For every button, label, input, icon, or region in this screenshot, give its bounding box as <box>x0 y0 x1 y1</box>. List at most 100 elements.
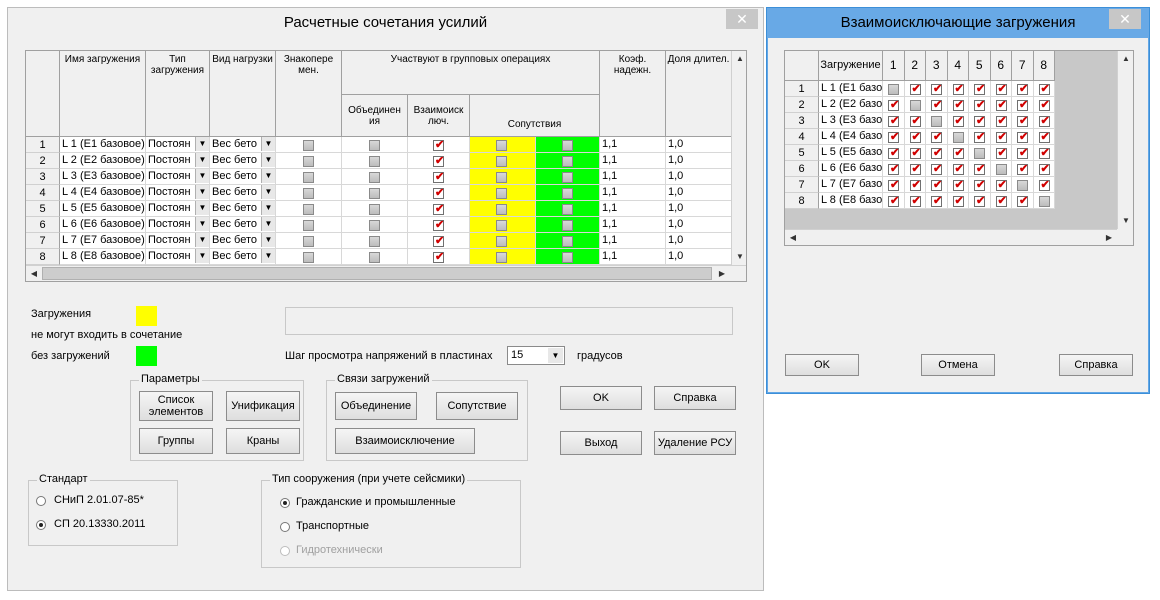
matrix-checkbox[interactable]: ✔ <box>995 196 1007 207</box>
element-list-button[interactable]: Список элементов <box>139 391 213 421</box>
dialog-close-button[interactable]: ✕ <box>1109 9 1141 29</box>
matrix-checkbox[interactable]: ✔ <box>931 196 942 207</box>
dialog-vertical-scrollbar[interactable]: ▲ ▼ <box>1117 51 1133 229</box>
matrix-checkbox[interactable]: ✔ <box>1038 116 1050 127</box>
coef-cell[interactable]: 1,1 <box>600 217 666 233</box>
dialog-horizontal-scrollbar[interactable]: ◀ ▶ <box>785 229 1117 245</box>
dialog-scroll-up-arrow-icon[interactable]: ▲ <box>1118 51 1133 67</box>
matrix-checkbox[interactable]: ✔ <box>909 116 921 127</box>
matrix-checkbox[interactable] <box>931 116 942 127</box>
horizontal-scroll-thumb[interactable] <box>42 267 712 280</box>
groups-button[interactable]: Группы <box>139 428 213 454</box>
sign-checkbox[interactable] <box>303 204 314 215</box>
chevron-down-icon[interactable]: ▼ <box>261 201 275 215</box>
step-select[interactable]: 15 ▼ <box>507 346 565 365</box>
sign-checkbox[interactable] <box>303 140 314 151</box>
matrix-checkbox[interactable] <box>1038 196 1050 207</box>
matrix-checkbox[interactable]: ✔ <box>1038 84 1050 95</box>
coef-cell[interactable]: 1,1 <box>600 201 666 217</box>
load-type-cell[interactable]: Постоян ▼ <box>146 169 210 185</box>
matrix-checkbox[interactable] <box>888 84 899 95</box>
coef-cell[interactable]: 1,1 <box>600 169 666 185</box>
matrix-checkbox[interactable] <box>952 132 964 143</box>
matrix-checkbox[interactable] <box>909 100 921 111</box>
load-name-cell[interactable]: L 2 (E2 базовое) <box>60 153 146 169</box>
matrix-checkbox[interactable]: ✔ <box>995 180 1007 191</box>
matrix-checkbox[interactable]: ✔ <box>952 148 964 159</box>
matrix-checkbox[interactable]: ✔ <box>888 148 899 159</box>
union-checkbox[interactable] <box>369 188 380 199</box>
load-type-cell[interactable]: Постоян ▼ <box>146 201 210 217</box>
dialog-ok-button[interactable]: OK <box>785 354 859 376</box>
matrix-checkbox[interactable]: ✔ <box>1017 116 1028 127</box>
help-button[interactable]: Справка <box>654 386 736 410</box>
duration-cell[interactable]: 1,0 <box>666 185 732 201</box>
matrix-checkbox[interactable]: ✔ <box>909 148 921 159</box>
matrix-checkbox[interactable]: ✔ <box>888 164 899 175</box>
unification-button[interactable]: Унификация <box>226 391 300 421</box>
load-kind-cell[interactable]: Вес бето ▼ <box>210 153 276 169</box>
duration-cell[interactable]: 1,0 <box>666 249 732 265</box>
load-type-cell[interactable]: Постоян ▼ <box>146 153 210 169</box>
accompany-checkbox[interactable] <box>562 140 573 151</box>
accompany-checkbox[interactable] <box>562 188 573 199</box>
transport-radio[interactable] <box>280 522 290 532</box>
matrix-checkbox[interactable]: ✔ <box>909 164 921 175</box>
matrix-checkbox[interactable]: ✔ <box>974 164 985 175</box>
matrix-checkbox[interactable]: ✔ <box>888 180 899 191</box>
cranes-button[interactable]: Краны <box>226 428 300 454</box>
accompany-checkbox[interactable] <box>562 172 573 183</box>
union-button[interactable]: Объединение <box>335 392 417 420</box>
matrix-checkbox[interactable]: ✔ <box>931 164 942 175</box>
chevron-down-icon[interactable]: ▼ <box>261 233 275 247</box>
close-button[interactable]: ✕ <box>726 9 758 29</box>
union-checkbox[interactable] <box>369 236 380 247</box>
exclusion-checkbox[interactable]: ✔ <box>433 188 444 199</box>
matrix-checkbox[interactable]: ✔ <box>909 196 921 207</box>
chevron-down-icon[interactable]: ▼ <box>195 201 209 215</box>
chevron-down-icon[interactable]: ▼ <box>195 137 209 151</box>
matrix-checkbox[interactable]: ✔ <box>1017 148 1028 159</box>
accompany-checkbox[interactable] <box>562 252 573 263</box>
accompany-checkbox[interactable] <box>562 236 573 247</box>
load-kind-cell[interactable]: Вес бето ▼ <box>210 201 276 217</box>
chevron-down-icon[interactable]: ▼ <box>195 233 209 247</box>
duration-cell[interactable]: 1,0 <box>666 233 732 249</box>
matrix-checkbox[interactable]: ✔ <box>952 116 964 127</box>
sign-checkbox[interactable] <box>303 172 314 183</box>
matrix-checkbox[interactable]: ✔ <box>909 84 921 95</box>
dialog-scroll-right-arrow-icon[interactable]: ▶ <box>1101 230 1117 245</box>
scroll-down-arrow-icon[interactable]: ▼ <box>732 249 746 265</box>
matrix-checkbox[interactable]: ✔ <box>952 164 964 175</box>
matrix-checkbox[interactable]: ✔ <box>995 84 1007 95</box>
union-checkbox[interactable] <box>369 252 380 263</box>
sign-checkbox[interactable] <box>303 156 314 167</box>
matrix-checkbox[interactable]: ✔ <box>888 196 899 207</box>
load-name-cell[interactable]: L 8 (E8 базовое) <box>60 249 146 265</box>
exclusion-checkbox[interactable]: ✔ <box>433 156 444 167</box>
load-kind-cell[interactable]: Вес бето ▼ <box>210 217 276 233</box>
matrix-checkbox[interactable]: ✔ <box>888 132 899 143</box>
scroll-up-arrow-icon[interactable]: ▲ <box>732 51 746 67</box>
exclusion-checkbox[interactable]: ✔ <box>433 252 444 263</box>
matrix-checkbox[interactable]: ✔ <box>931 132 942 143</box>
load-type-cell[interactable]: Постоян ▼ <box>146 185 210 201</box>
scroll-left-arrow-icon[interactable]: ◀ <box>26 266 42 281</box>
matrix-checkbox[interactable]: ✔ <box>995 148 1007 159</box>
matrix-checkbox[interactable]: ✔ <box>1038 100 1050 111</box>
matrix-checkbox[interactable]: ✔ <box>1038 132 1050 143</box>
scroll-right-arrow-icon[interactable]: ▶ <box>714 266 730 281</box>
chevron-down-icon[interactable]: ▼ <box>261 153 275 167</box>
duration-cell[interactable]: 1,0 <box>666 169 732 185</box>
matrix-checkbox[interactable]: ✔ <box>974 196 985 207</box>
coef-cell[interactable]: 1,1 <box>600 249 666 265</box>
load-name-cell[interactable]: L 3 (E3 базовое) <box>60 169 146 185</box>
matrix-checkbox[interactable]: ✔ <box>1038 180 1050 191</box>
coef-cell[interactable]: 1,1 <box>600 137 666 153</box>
sign-checkbox[interactable] <box>303 252 314 263</box>
exclusion-checkbox[interactable]: ✔ <box>433 204 444 215</box>
accompany-checkbox[interactable] <box>496 140 507 151</box>
matrix-checkbox[interactable]: ✔ <box>974 180 985 191</box>
dialog-help-button[interactable]: Справка <box>1059 354 1133 376</box>
matrix-checkbox[interactable]: ✔ <box>974 100 985 111</box>
